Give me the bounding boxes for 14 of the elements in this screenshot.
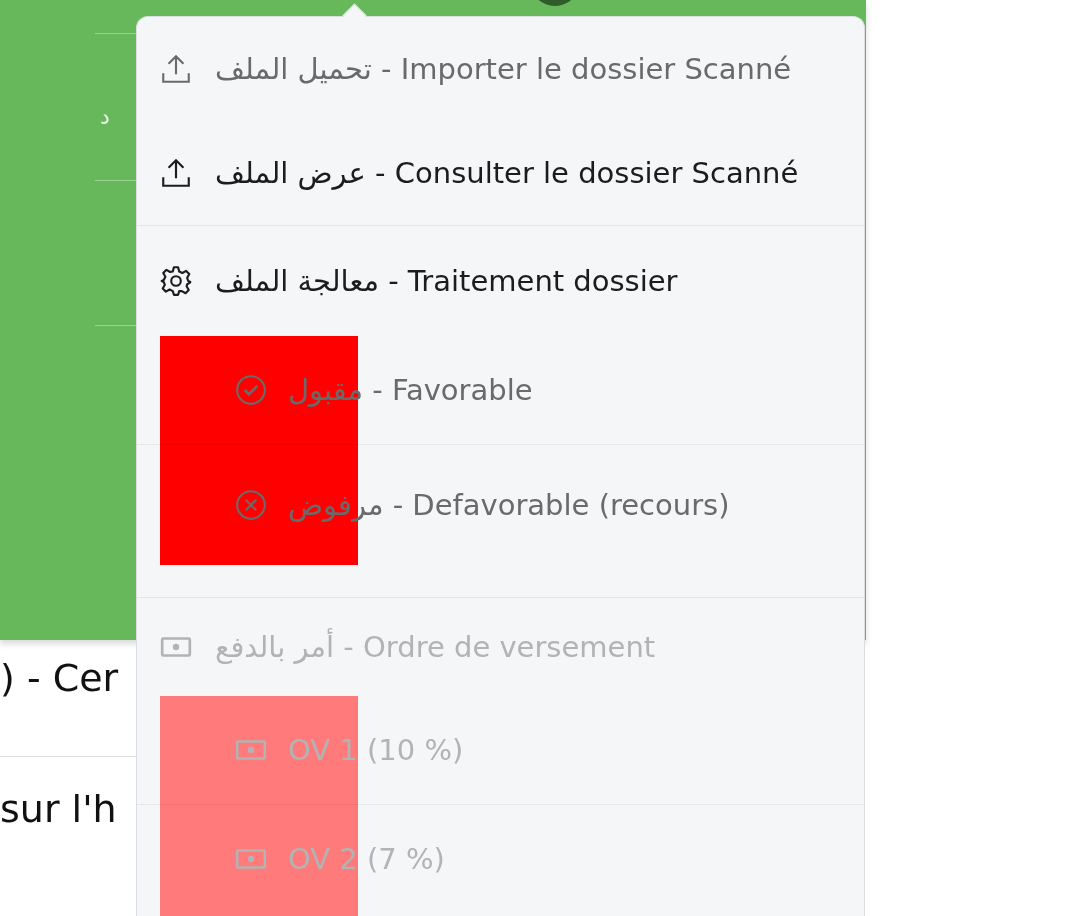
check-circle-icon bbox=[234, 373, 268, 407]
menu-item: أمر بالدفع - Ordre de versement bbox=[137, 598, 864, 696]
submenu-item: OV 1 (10 %) bbox=[137, 696, 864, 804]
cross-circle-icon bbox=[234, 488, 268, 522]
page-text: sur l'h bbox=[0, 787, 118, 831]
settings-icon bbox=[159, 264, 193, 298]
submenu-item: OV 2 (7 %) bbox=[137, 804, 864, 913]
menu-item[interactable]: عرض الملف - Consulter le dossier Scanné bbox=[137, 121, 864, 225]
page-text: ) - Cer bbox=[0, 656, 120, 702]
menu-item[interactable]: تحميل الملف - Importer le dossier Scanné bbox=[137, 17, 864, 121]
sidebar-text: د bbox=[100, 104, 110, 129]
upload-icon bbox=[159, 156, 193, 190]
upload-icon bbox=[159, 52, 193, 86]
menu-item[interactable]: معالجة الملف - Traitement dossier bbox=[137, 226, 864, 336]
